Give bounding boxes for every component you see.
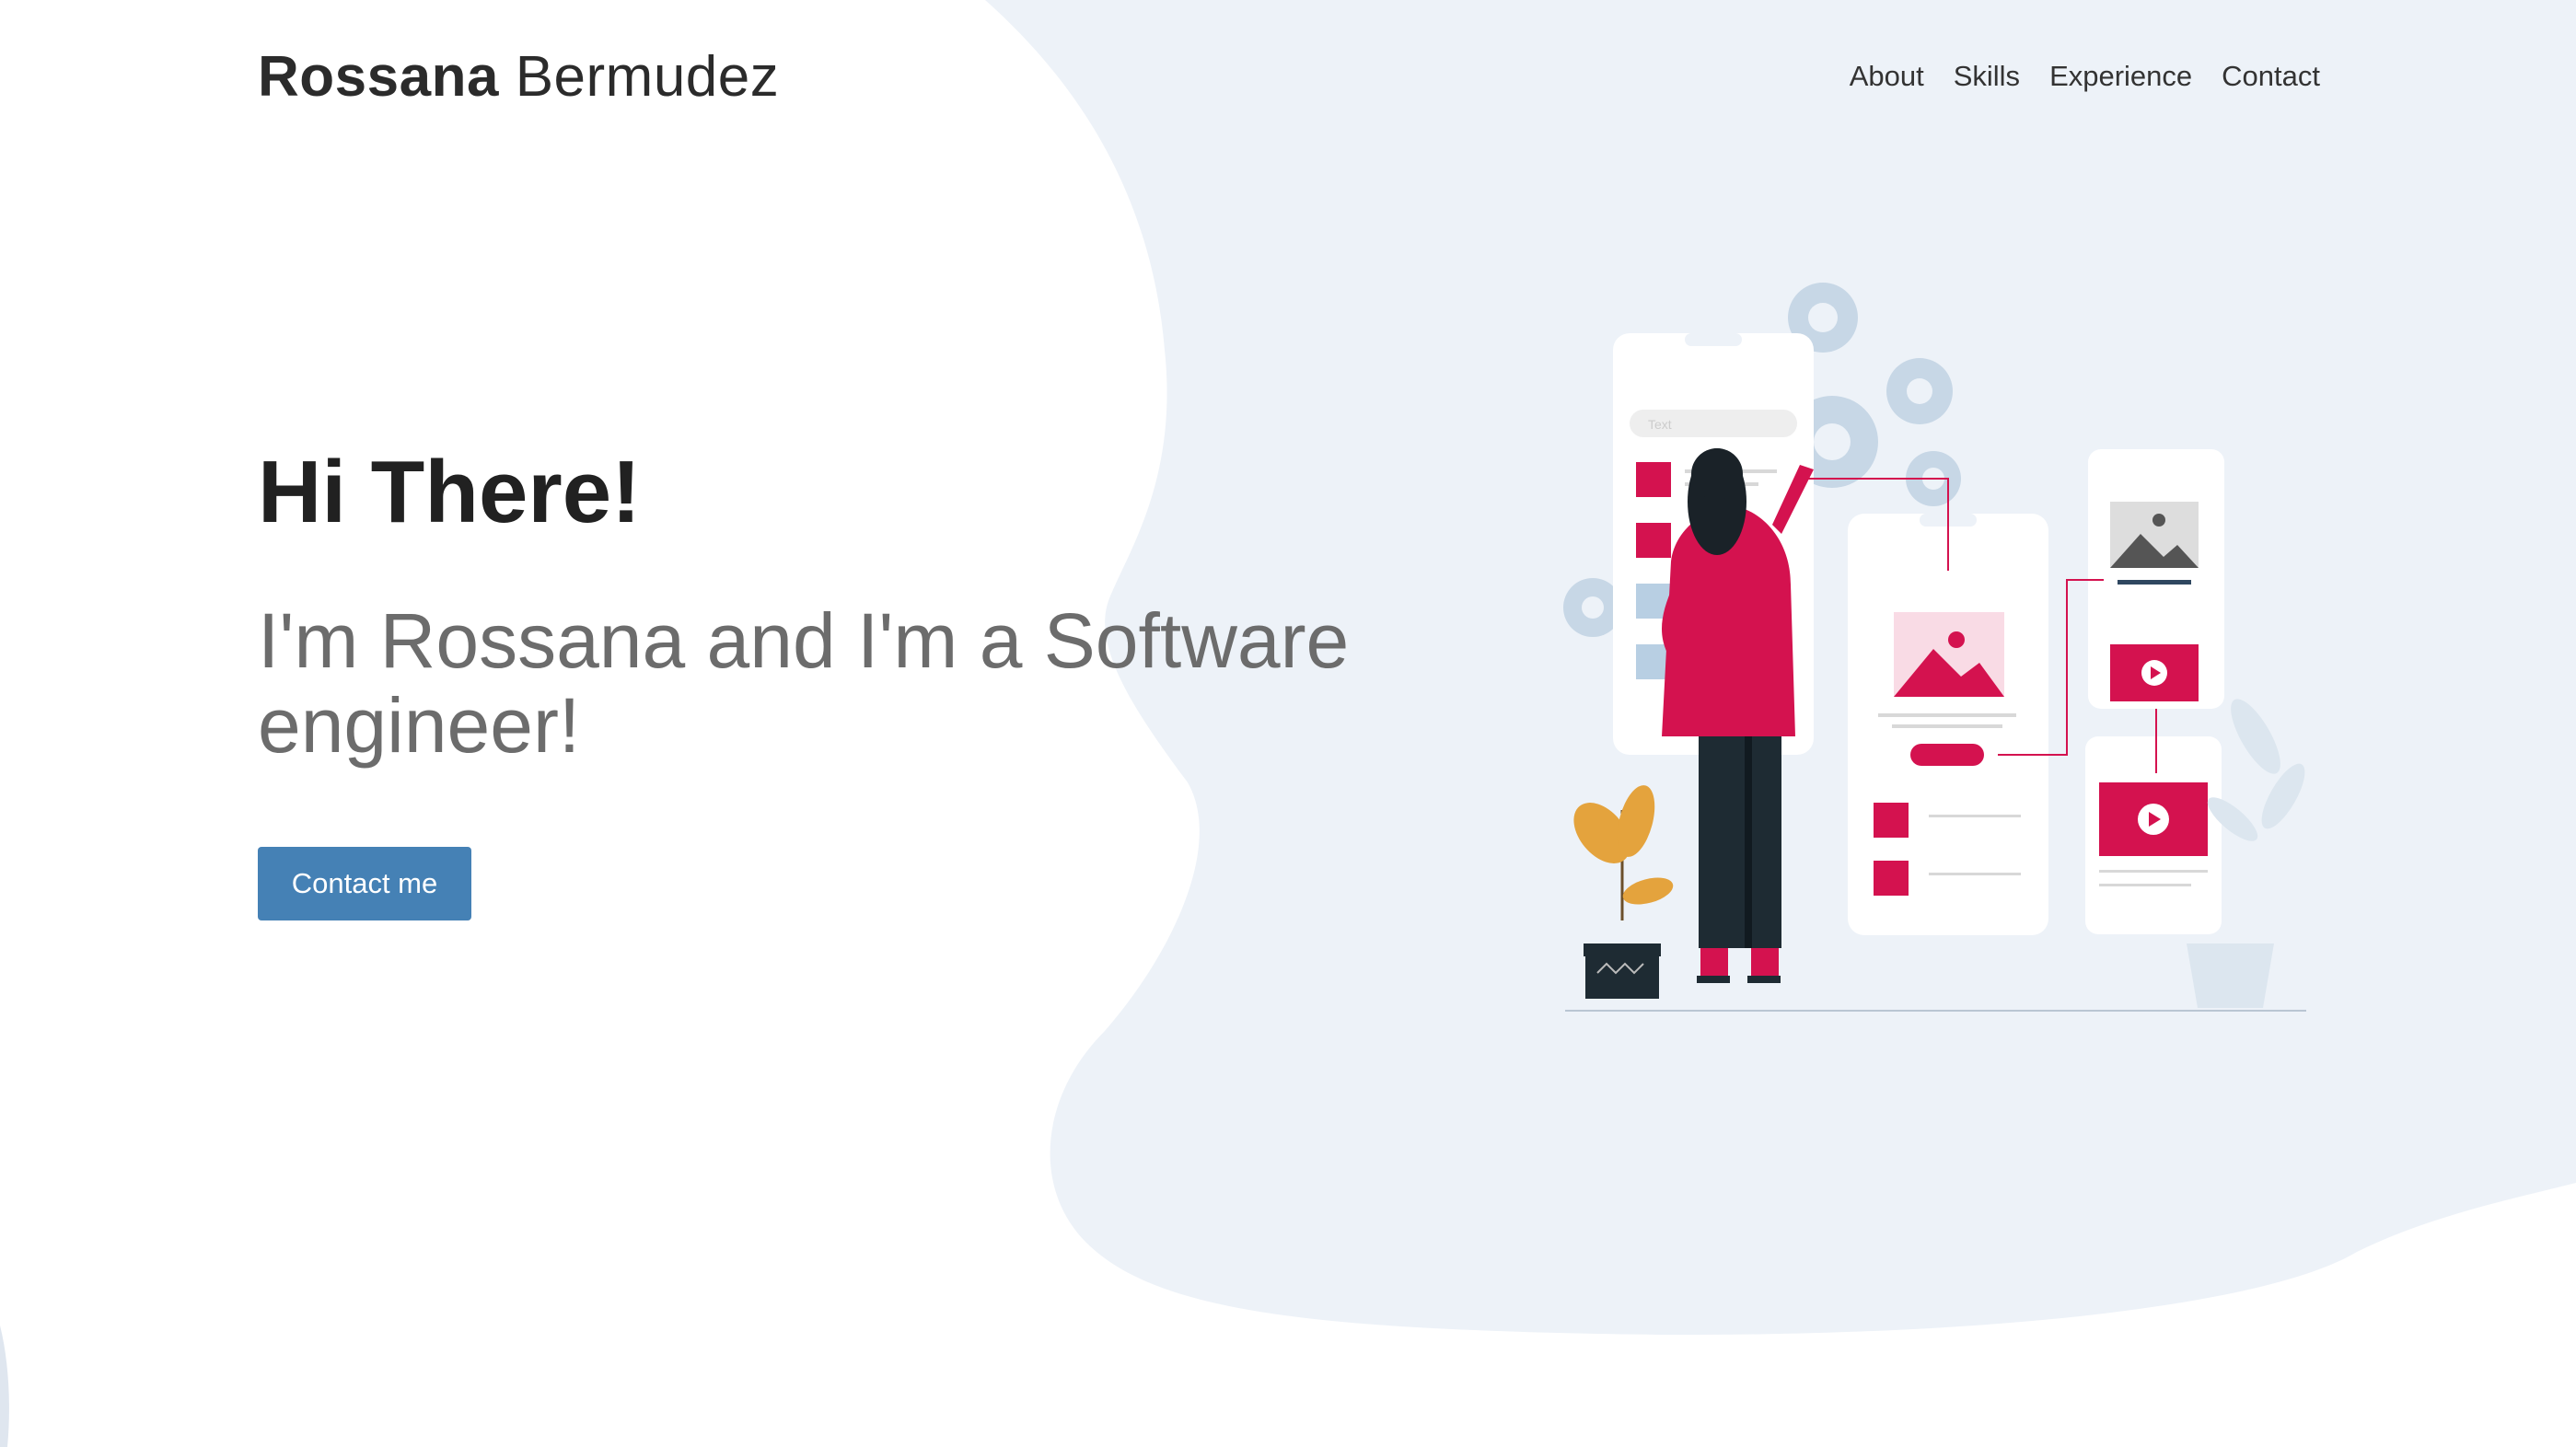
nav-link-about[interactable]: About (1850, 60, 1924, 93)
contact-me-button[interactable]: Contact me (258, 847, 471, 920)
page: Rossana Bermudez About Skills Experience… (0, 0, 2576, 1447)
potted-plant-icon (1573, 785, 1674, 999)
main-nav: About Skills Experience Contact (1850, 60, 2320, 93)
blob-edge-left (0, 1325, 9, 1447)
illustration-search-text: Text (1648, 417, 1672, 432)
nav-link-contact[interactable]: Contact (2222, 60, 2320, 93)
hero-greeting: Hi There! (258, 443, 642, 541)
navbar: Rossana Bermudez About Skills Experience… (258, 37, 2320, 116)
nav-link-experience[interactable]: Experience (2049, 60, 2192, 93)
brand-first-name: Rossana (258, 44, 499, 109)
brand-last-name: Bermudez (515, 44, 780, 109)
hero-illustration: Text (1563, 283, 2306, 1012)
nav-link-skills[interactable]: Skills (1954, 60, 2020, 93)
phone-mockup-middle (1848, 514, 2048, 935)
brand-logo[interactable]: Rossana Bermudez (258, 44, 779, 110)
hero-subtitle: I'm Rossana and I'm a Software engineer! (258, 597, 1350, 770)
phone-mockup-right-top (2088, 449, 2224, 709)
phone-mockup-right-bottom (2085, 736, 2222, 934)
